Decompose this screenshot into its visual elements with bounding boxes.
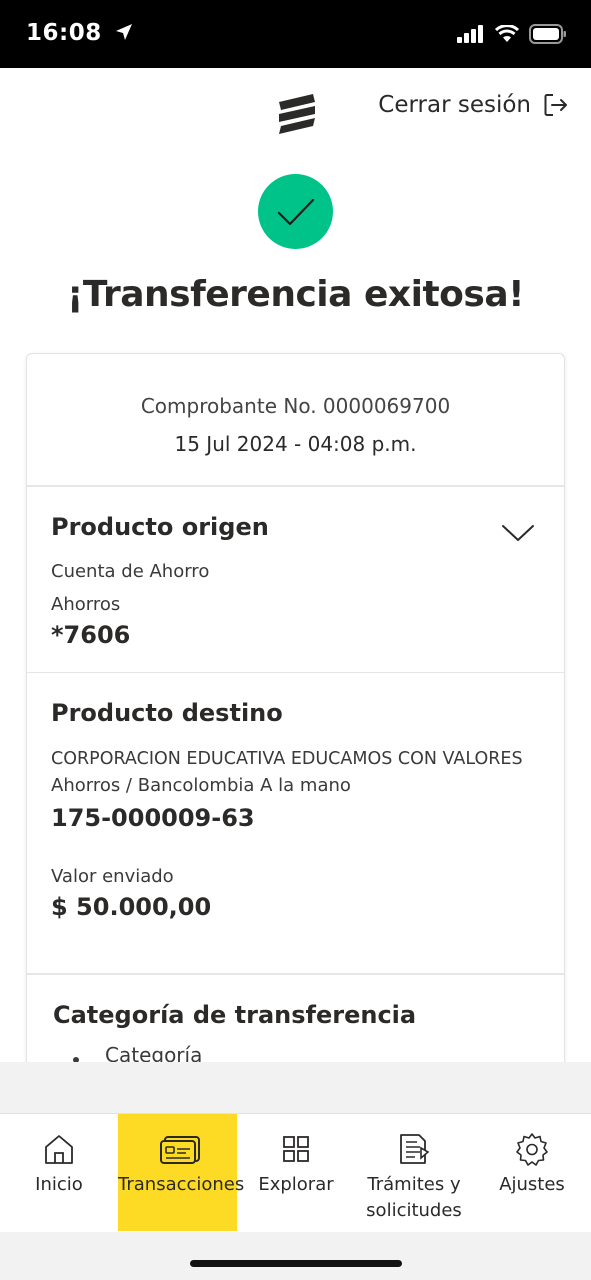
card-icon — [159, 1136, 200, 1164]
nav-item-tramites[interactable]: Trámites y solicitudes — [355, 1114, 473, 1231]
nav-label-tramites: Trámites y solicitudes — [366, 1174, 462, 1221]
destination-account-number: 175-000009-63 — [51, 804, 255, 832]
success-check-icon — [258, 174, 333, 249]
checkmark-icon — [277, 198, 314, 225]
nav-label-transacciones: Transacciones — [118, 1174, 245, 1195]
status-indicators — [457, 24, 567, 44]
document-icon — [400, 1134, 430, 1164]
home-icon — [45, 1135, 73, 1164]
content-fade-band — [0, 1062, 591, 1114]
signal-icon — [457, 25, 483, 43]
status-time: 16:08 — [26, 20, 134, 46]
nav-label-explorar: Explorar — [258, 1174, 334, 1195]
nav-label-inicio: Inicio — [35, 1174, 83, 1195]
success-title: ¡Transferencia exitosa! — [66, 274, 525, 315]
status-bar: 16:08 — [0, 0, 591, 68]
receipt-header: Comprobante No. 0000069700 15 Jul 2024 -… — [27, 354, 564, 487]
receipt-datetime: 15 Jul 2024 - 04:08 p.m. — [174, 432, 417, 456]
destination-title: Producto destino — [51, 699, 283, 727]
app-header: Cerrar sesión — [0, 68, 591, 154]
gear-icon — [516, 1133, 548, 1166]
home-indicator[interactable] — [190, 1260, 402, 1267]
grid-icon — [283, 1136, 309, 1162]
logout-button[interactable]: Cerrar sesión — [378, 92, 569, 118]
destination-section: Producto destino CORPORACION EDUCATIVA E… — [27, 673, 564, 975]
origin-title: Producto origen — [51, 513, 269, 541]
origin-section: Producto origen Cuenta de Ahorro Ahorros… — [27, 487, 564, 673]
bottom-navigation: Inicio Transacciones Explorar Trámites y… — [0, 1114, 591, 1232]
origin-account-type: Cuenta de Ahorro — [51, 561, 210, 582]
bank-logo-icon — [279, 94, 315, 134]
logout-icon — [544, 94, 567, 116]
receipt-number: Comprobante No. 0000069700 — [140, 394, 451, 418]
location-arrow-icon — [116, 24, 133, 40]
amount-value: $ 50.000,00 — [51, 893, 212, 921]
logout-label: Cerrar sesión — [378, 92, 531, 118]
destination-name: CORPORACION EDUCATIVA EDUCAMOS CON VALOR… — [51, 749, 523, 769]
nav-label-ajustes: Ajustes — [499, 1174, 565, 1195]
time-text: 16:08 — [26, 20, 102, 46]
nav-item-transacciones[interactable]: Transacciones — [118, 1114, 245, 1231]
nav-item-explorar[interactable]: Explorar — [237, 1114, 355, 1231]
destination-subtype: Ahorros / Bancolombia A la mano — [51, 775, 351, 796]
chevron-down-icon[interactable] — [500, 521, 536, 545]
origin-account-subtype: Ahorros — [51, 594, 121, 615]
wifi-icon — [495, 25, 519, 42]
receipt-card: Comprobante No. 0000069700 15 Jul 2024 -… — [26, 353, 565, 1073]
nav-item-inicio[interactable]: Inicio — [0, 1114, 118, 1231]
category-section: Categoría de transferencia Categoría — [27, 975, 564, 1067]
category-title: Categoría de transferencia — [53, 1001, 417, 1029]
amount-label: Valor enviado — [51, 866, 174, 887]
battery-icon — [529, 24, 566, 44]
home-indicator-area — [0, 1232, 591, 1280]
nav-item-ajustes[interactable]: Ajustes — [473, 1114, 591, 1231]
origin-account-number: *7606 — [51, 621, 131, 649]
